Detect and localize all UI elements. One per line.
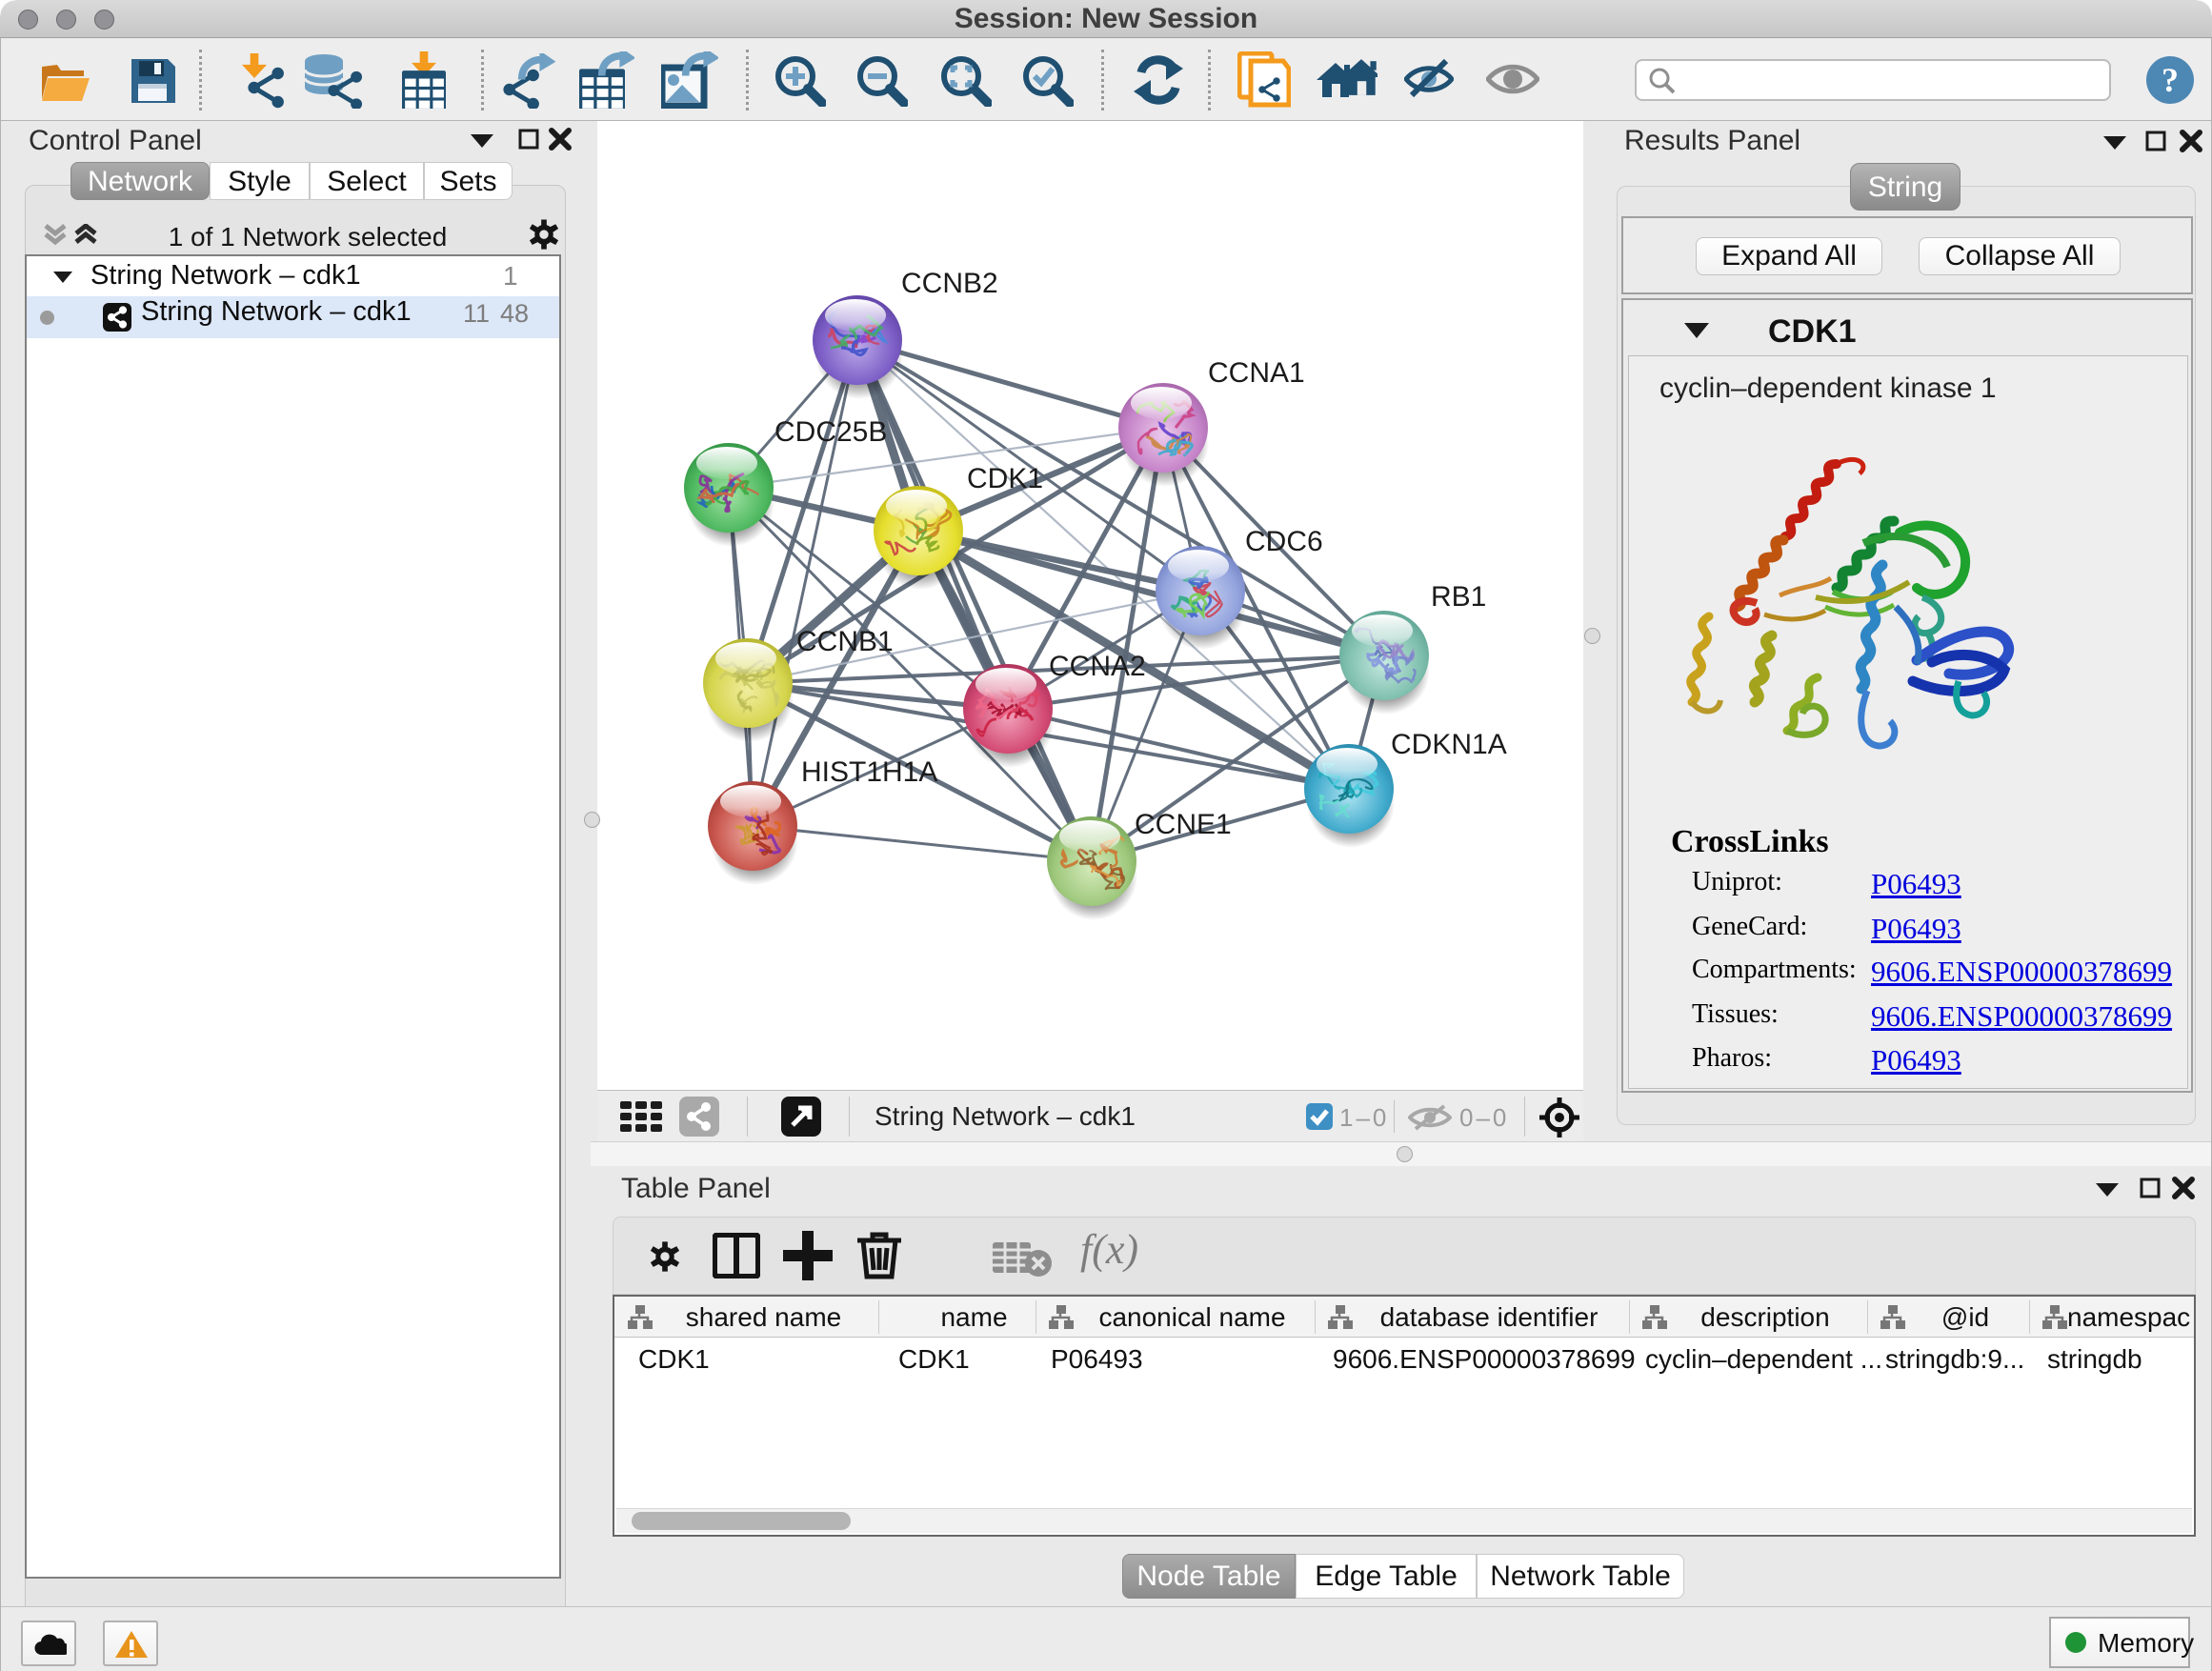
svg-text:CCNB2: CCNB2 [901,268,998,299]
svg-text:RB1: RB1 [1431,581,1486,613]
svg-text:CCNE1: CCNE1 [1135,809,1232,840]
svg-text:CCNA1: CCNA1 [1208,357,1305,389]
svg-text:CDC6: CDC6 [1245,526,1323,557]
svg-text:CCNA2: CCNA2 [1049,651,1146,682]
svg-text:?: ? [2162,61,2179,99]
svg-text:CDKN1A: CDKN1A [1391,729,1507,760]
svg-text:CCNB1: CCNB1 [796,626,894,657]
svg-text:HIST1H1A: HIST1H1A [801,756,937,788]
svg-text:CDK1: CDK1 [967,463,1043,494]
svg-text:CDC25B: CDC25B [774,416,887,448]
